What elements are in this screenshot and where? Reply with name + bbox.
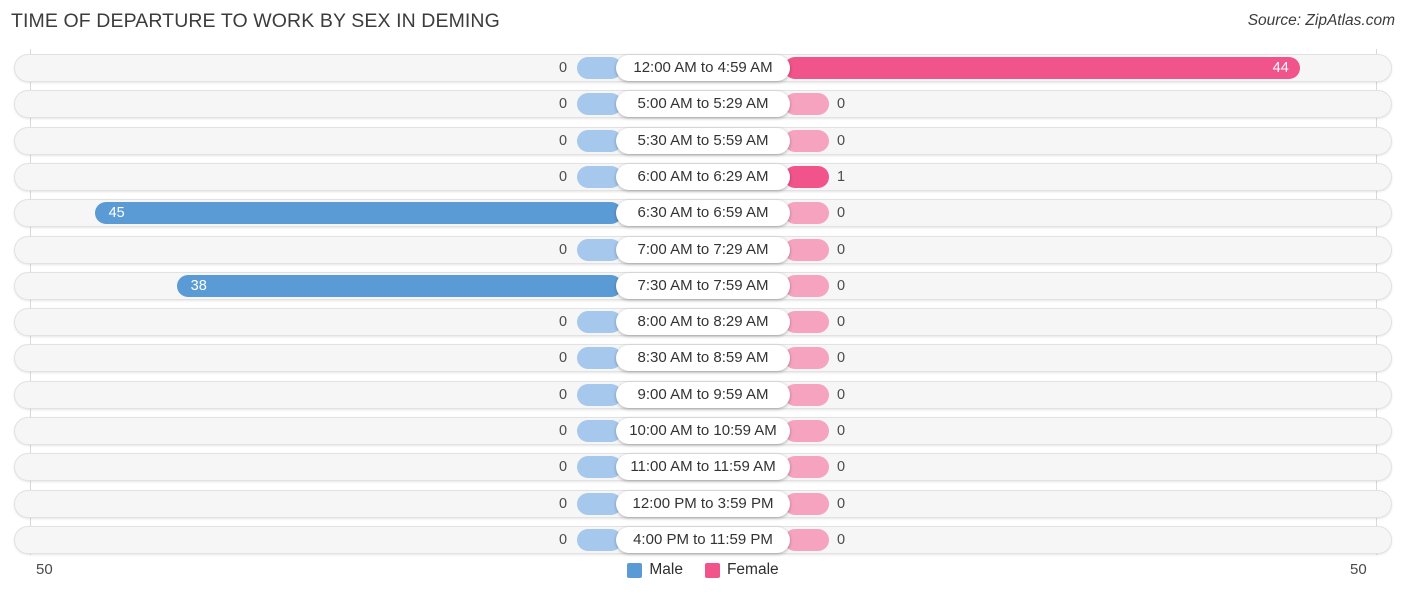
bar-value-female: 44 <box>1272 60 1289 76</box>
bar-value-male: 0 <box>559 132 568 149</box>
bar-female[interactable] <box>784 456 829 479</box>
bar-value-female: 0 <box>837 277 846 294</box>
bar-female[interactable] <box>784 528 829 551</box>
category-label: 9:00 AM to 9:59 AM <box>616 381 790 408</box>
table-row[interactable]: 0 0 8:30 AM to 8:59 AM <box>14 344 1392 373</box>
bar-female[interactable] <box>784 238 829 261</box>
table-row[interactable]: 0 0 9:00 AM to 9:59 AM <box>14 380 1392 409</box>
page-title: TIME OF DEPARTURE TO WORK BY SEX IN DEMI… <box>11 10 500 32</box>
category-label: 10:00 AM to 10:59 AM <box>616 418 790 444</box>
bar-female[interactable] <box>784 165 829 188</box>
table-row[interactable]: 0 0 7:00 AM to 7:29 AM <box>14 235 1392 264</box>
category-label: 6:00 AM to 6:29 AM <box>616 163 790 190</box>
bar-value-male: 0 <box>559 531 568 548</box>
legend-swatch-icon <box>704 562 720 578</box>
category-label: 5:30 AM to 5:59 AM <box>616 127 790 154</box>
bar-value-male: 0 <box>559 495 568 512</box>
legend-swatch-icon <box>627 562 643 578</box>
bar-value-female: 0 <box>837 386 846 403</box>
bar-value-female: 0 <box>837 96 846 113</box>
table-row[interactable]: 0 0 8:00 AM to 8:29 AM <box>14 308 1392 337</box>
bar-male[interactable] <box>176 274 622 297</box>
bar-value-male: 38 <box>190 277 207 294</box>
bar-value-male: 0 <box>559 386 568 403</box>
bar-value-male: 0 <box>559 350 568 367</box>
table-row[interactable]: 0 1 6:00 AM to 6:29 AM <box>14 162 1392 191</box>
bar-value-female: 0 <box>837 495 846 512</box>
bar-value-female: 0 <box>837 205 846 222</box>
table-row[interactable]: 0 0 10:00 AM to 10:59 AM <box>14 417 1392 445</box>
table-row[interactable]: 0 0 12:00 PM to 3:59 PM <box>14 489 1392 518</box>
legend-item-female[interactable]: Female <box>704 561 779 579</box>
bar-value-female: 1 <box>837 168 846 185</box>
chart-legend: Male Female <box>0 561 1406 579</box>
bar-female[interactable] <box>784 202 829 225</box>
legend-item-male[interactable]: Male <box>627 561 683 579</box>
bar-value-female: 0 <box>837 314 846 331</box>
bar-value-male: 0 <box>559 60 568 76</box>
bar-value-female: 0 <box>837 459 846 476</box>
bar-female[interactable] <box>784 347 829 370</box>
table-row[interactable]: 38 0 7:30 AM to 7:59 AM <box>14 271 1392 300</box>
chart-header: TIME OF DEPARTURE TO WORK BY SEX IN DEMI… <box>0 0 1406 45</box>
bar-value-male: 0 <box>559 459 568 476</box>
bar-male[interactable] <box>94 202 622 225</box>
bar-value-male: 0 <box>559 168 568 185</box>
bar-female[interactable] <box>784 311 829 334</box>
category-label: 12:00 PM to 3:59 PM <box>616 490 790 517</box>
bar-value-female: 0 <box>837 132 846 149</box>
category-label: 7:00 AM to 7:29 AM <box>616 236 790 263</box>
bar-value-female: 0 <box>837 241 846 258</box>
chart-footer: 50 50 Male Female <box>0 556 1406 595</box>
table-row[interactable]: 0 0 5:00 AM to 5:29 AM <box>14 90 1392 119</box>
bar-female[interactable] <box>784 383 829 406</box>
bar-value-male: 45 <box>108 205 125 222</box>
category-label: 5:00 AM to 5:29 AM <box>616 91 790 118</box>
table-row[interactable]: 0 0 4:00 PM to 11:59 PM <box>14 525 1392 554</box>
bar-value-male: 0 <box>559 96 568 113</box>
bar-value-female: 0 <box>837 531 846 548</box>
bar-female[interactable] <box>784 274 829 297</box>
table-row[interactable]: 0 44 12:00 AM to 4:59 AM <box>14 54 1392 82</box>
table-row[interactable]: 0 0 11:00 AM to 11:59 AM <box>14 453 1392 482</box>
category-label: 11:00 AM to 11:59 AM <box>616 454 790 481</box>
table-row[interactable]: 45 0 6:30 AM to 6:59 AM <box>14 199 1392 228</box>
bar-value-male: 0 <box>559 241 568 258</box>
category-label: 6:30 AM to 6:59 AM <box>616 200 790 227</box>
bar-value-female: 0 <box>837 423 846 439</box>
bar-female[interactable] <box>784 129 829 152</box>
category-label: 8:00 AM to 8:29 AM <box>616 309 790 336</box>
bar-female[interactable] <box>784 420 829 442</box>
chart-plot-area: 0 44 12:00 AM to 4:59 AM 0 0 5:00 AM to 5:29 … <box>0 49 1406 555</box>
legend-label: Male <box>649 561 683 578</box>
bar-female[interactable] <box>784 492 829 515</box>
bar-female[interactable] <box>784 57 1300 79</box>
category-label: 7:30 AM to 7:59 AM <box>616 272 790 299</box>
bar-value-male: 0 <box>559 423 568 439</box>
table-row[interactable]: 0 0 5:30 AM to 5:59 AM <box>14 126 1392 155</box>
legend-label: Female <box>726 561 779 578</box>
bar-female[interactable] <box>784 93 829 116</box>
category-label: 12:00 AM to 4:59 AM <box>616 55 790 81</box>
source-label: Source: ZipAtlas.com <box>1247 12 1395 29</box>
category-label: 4:00 PM to 11:59 PM <box>616 526 790 553</box>
bar-value-male: 0 <box>559 314 568 331</box>
bar-value-female: 0 <box>837 350 846 367</box>
category-label: 8:30 AM to 8:59 AM <box>616 345 790 372</box>
